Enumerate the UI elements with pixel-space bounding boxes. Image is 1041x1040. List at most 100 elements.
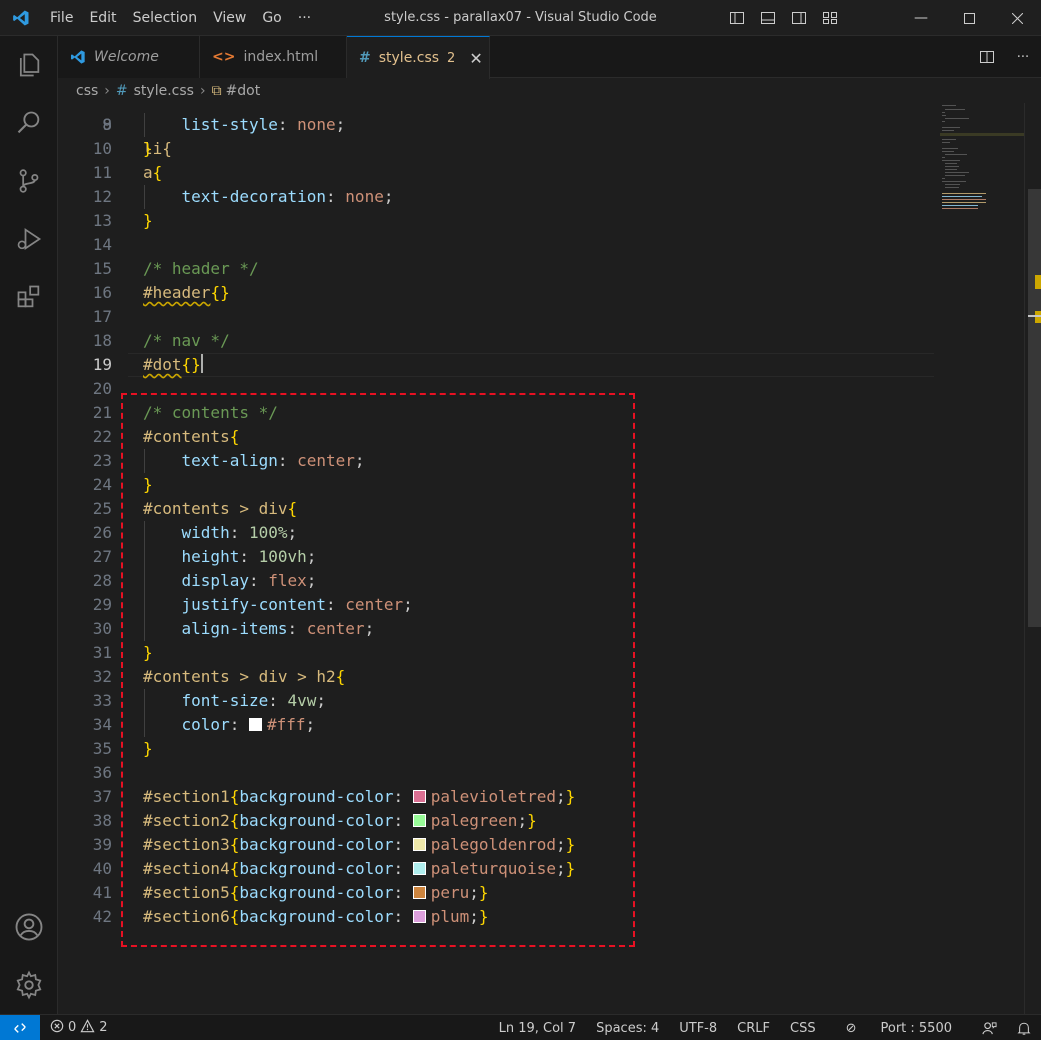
text-cursor xyxy=(200,354,203,373)
code-line: 17 xyxy=(58,305,938,329)
code-token: background-color xyxy=(239,835,394,854)
minimap[interactable] xyxy=(940,103,1024,1014)
color-swatch-icon[interactable] xyxy=(412,790,426,803)
problem-count-badge: 2 xyxy=(447,50,456,66)
code-token: paleturquoise xyxy=(430,859,556,878)
notifications-bell-icon[interactable] xyxy=(1007,1021,1041,1036)
line-number: 30 xyxy=(92,619,112,638)
language-mode[interactable]: CSS xyxy=(780,1021,826,1036)
code-token: } xyxy=(478,907,489,926)
color-swatch-icon[interactable] xyxy=(248,718,262,731)
code-text: font-size: 4vw; xyxy=(143,689,327,713)
code-line: 13} xyxy=(58,209,938,233)
line-number: 20 xyxy=(92,379,112,398)
menu-more[interactable]: ··· xyxy=(290,0,319,36)
indent-guide xyxy=(144,521,145,641)
code-token: none xyxy=(345,187,384,206)
split-editor-icon[interactable] xyxy=(969,49,1005,65)
code-line-partial: 8 li{ xyxy=(58,103,938,158)
code-text: width: 100%; xyxy=(143,521,298,545)
explorer-icon[interactable] xyxy=(0,36,58,94)
line-number: 22 xyxy=(92,427,112,446)
code-token: #contents xyxy=(143,427,230,446)
maximize-icon[interactable] xyxy=(945,0,993,36)
line-number: 12 xyxy=(92,187,112,206)
color-swatch-icon[interactable] xyxy=(412,910,426,923)
code-line: 24} xyxy=(58,473,938,497)
tab-style-css[interactable]: # style.css 2 ✕ xyxy=(347,36,490,79)
indent-guide xyxy=(144,185,145,209)
menu-file[interactable]: File xyxy=(42,0,81,36)
code-token: ; xyxy=(403,595,413,614)
breadcrumb-file[interactable]: style.css xyxy=(134,83,194,99)
code-text: #section5{background-color: peru;} xyxy=(143,881,489,905)
breadcrumb-folder[interactable]: css xyxy=(76,83,98,99)
tab-index-html[interactable]: <> index.html xyxy=(200,36,347,78)
toggle-panel-icon[interactable] xyxy=(752,0,783,36)
line-number: 16 xyxy=(92,283,112,302)
code-token: { xyxy=(229,883,240,902)
end-of-line[interactable]: CRLF xyxy=(727,1021,780,1036)
menu-selection[interactable]: Selection xyxy=(125,0,206,36)
indentation[interactable]: Spaces: 4 xyxy=(586,1021,669,1036)
source-control-icon[interactable] xyxy=(0,152,58,210)
cursor-position[interactable]: Ln 19, Col 7 xyxy=(489,1021,586,1036)
menu-go[interactable]: Go xyxy=(254,0,289,36)
line-number: 19 xyxy=(92,355,112,374)
color-swatch-icon[interactable] xyxy=(412,862,426,875)
run-debug-icon[interactable] xyxy=(0,210,58,268)
code-token: ; xyxy=(306,547,317,566)
code-token: align-items xyxy=(181,619,288,638)
manage-gear-icon[interactable] xyxy=(0,956,58,1014)
close-window-icon[interactable] xyxy=(993,0,1041,36)
port-label: Port : 5500 xyxy=(880,1020,953,1036)
code-text: } xyxy=(143,137,153,161)
extensions-icon[interactable] xyxy=(0,268,58,326)
feedback-icon[interactable] xyxy=(972,1021,1007,1036)
code-token: : xyxy=(393,883,413,902)
code-editor[interactable]: 8 li{ 9 list-style: none; 10} 11 a{12 text-… xyxy=(58,103,1024,1014)
color-swatch-icon[interactable] xyxy=(412,814,426,827)
breadcrumb-symbol[interactable]: #dot xyxy=(226,83,261,99)
color-swatch-icon[interactable] xyxy=(412,886,426,899)
problems-indicator[interactable]: 0 2 xyxy=(50,1018,108,1037)
minimize-icon[interactable]: — xyxy=(897,0,945,36)
code-token: : xyxy=(326,595,346,614)
tab-welcome[interactable]: Welcome xyxy=(58,36,200,78)
live-server-port[interactable]: ⊘ Port : 5500 xyxy=(826,1021,972,1036)
close-tab-icon[interactable]: ✕ xyxy=(469,49,482,68)
customize-layout-icon[interactable] xyxy=(814,0,845,36)
code-text: align-items: center; xyxy=(143,617,375,641)
code-line: 23 text-align: center; xyxy=(58,449,938,473)
remote-indicator-icon[interactable] xyxy=(0,1014,40,1040)
code-text: color: #fff; xyxy=(143,713,316,737)
code-token: : xyxy=(268,691,288,710)
scrollbar-thumb[interactable] xyxy=(1028,189,1041,627)
line-number: 37 xyxy=(92,787,112,806)
code-token: text-align xyxy=(181,451,278,470)
code-line: 25 #contents > div{ xyxy=(58,497,938,521)
menu-edit[interactable]: Edit xyxy=(81,0,124,36)
color-swatch-icon[interactable] xyxy=(412,838,426,851)
code-text: } xyxy=(143,473,153,497)
code-token: display xyxy=(181,571,249,590)
encoding[interactable]: UTF-8 xyxy=(669,1021,727,1036)
code-line: 32 #contents > div > h2{ xyxy=(58,665,938,689)
code-line: 36 xyxy=(58,761,938,785)
code-token: #contents > div xyxy=(143,499,288,518)
search-icon[interactable] xyxy=(0,94,58,152)
vertical-scrollbar[interactable] xyxy=(1024,103,1041,1014)
toggle-primary-sidebar-icon[interactable] xyxy=(721,0,752,36)
code-token: #section3 xyxy=(143,835,230,854)
line-number: 36 xyxy=(92,763,112,782)
menu-view[interactable]: View xyxy=(205,0,254,36)
accounts-icon[interactable] xyxy=(0,898,58,956)
toggle-secondary-sidebar-icon[interactable] xyxy=(783,0,814,36)
more-actions-icon[interactable]: ··· xyxy=(1005,50,1041,65)
chevron-right-icon: › xyxy=(199,83,206,99)
code-line: 18 /* nav */ xyxy=(58,329,938,353)
code-line: 22 #contents{ xyxy=(58,425,938,449)
